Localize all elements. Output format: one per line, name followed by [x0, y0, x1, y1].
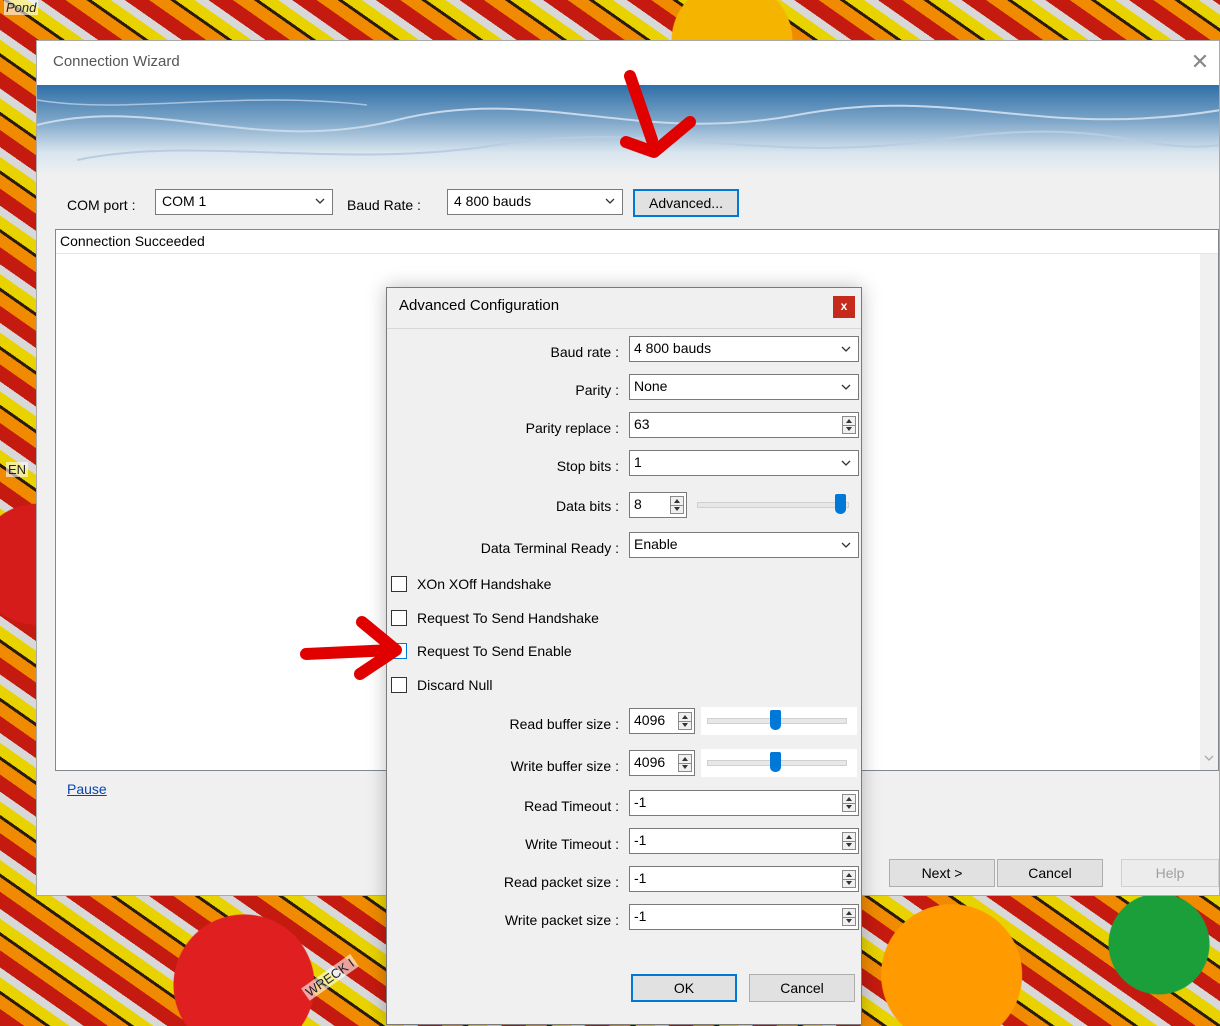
ok-button[interactable]: OK: [631, 974, 737, 1002]
write-packet-value: -1: [634, 908, 647, 924]
window-title: Connection Wizard: [53, 53, 180, 70]
read-timeout-value: -1: [634, 794, 647, 810]
chevron-down-icon: [1204, 755, 1214, 761]
read-buffer-slider-thumb[interactable]: [770, 710, 781, 730]
write-buffer-slider-thumb[interactable]: [770, 752, 781, 772]
stop-bits-select[interactable]: 1: [629, 450, 859, 476]
write-timeout-value: -1: [634, 832, 647, 848]
read-packet-label: Read packet size :: [503, 874, 619, 890]
xon-xoff-checkbox[interactable]: [391, 576, 407, 592]
chevron-down-icon: [841, 384, 851, 390]
cancel-button[interactable]: Cancel: [997, 859, 1103, 887]
baud-rate-value: 4 800 bauds: [454, 193, 532, 209]
read-timeout-input[interactable]: -1: [629, 790, 859, 816]
log-scrollbar[interactable]: [1200, 254, 1218, 770]
spin-buttons-icon[interactable]: [842, 908, 856, 926]
data-bits-label: Data bits :: [555, 498, 619, 514]
annotation-arrow-down-icon: [620, 70, 696, 158]
xon-xoff-label: XOn XOff Handshake: [417, 576, 552, 592]
next-button[interactable]: Next >: [889, 859, 995, 887]
spin-buttons-icon[interactable]: [842, 832, 856, 850]
log-status: Connection Succeeded: [56, 230, 1218, 254]
dtr-value: Enable: [634, 536, 678, 552]
read-buffer-input[interactable]: 4096: [629, 708, 695, 734]
pause-link[interactable]: Pause: [67, 781, 107, 797]
chevron-down-icon: [841, 346, 851, 352]
close-icon[interactable]: x: [833, 296, 855, 318]
parity-select[interactable]: None: [629, 374, 859, 400]
parity-value: None: [634, 378, 668, 394]
com-port-select[interactable]: COM 1: [155, 189, 333, 215]
read-timeout-label: Read Timeout :: [524, 798, 619, 814]
baud-rate-label: Baud rate :: [550, 344, 620, 360]
help-button[interactable]: Help: [1121, 859, 1219, 887]
data-bits-slider-thumb[interactable]: [835, 494, 846, 514]
write-timeout-label: Write Timeout :: [525, 836, 619, 852]
dtr-select[interactable]: Enable: [629, 532, 859, 558]
dtr-label: Data Terminal Ready :: [480, 540, 619, 556]
rts-handshake-label: Request To Send Handshake: [417, 610, 599, 626]
baud-rate-select[interactable]: 4 800 bauds: [447, 189, 623, 215]
parity-label: Parity :: [575, 382, 619, 398]
spin-buttons-icon[interactable]: [678, 712, 692, 730]
spin-buttons-icon[interactable]: [842, 870, 856, 888]
chevron-down-icon: [605, 198, 615, 204]
data-bits-input[interactable]: 8: [629, 492, 687, 518]
map-label-wreck: WRECK I: [301, 954, 359, 1001]
spin-buttons-icon[interactable]: [842, 416, 856, 434]
parity-replace-input[interactable]: 63: [629, 412, 859, 438]
advanced-button[interactable]: Advanced...: [633, 189, 739, 217]
baud-rate-label: Baud Rate :: [347, 197, 421, 213]
com-port-label: COM port :: [67, 197, 136, 213]
read-buffer-value: 4096: [634, 712, 666, 728]
spin-buttons-icon[interactable]: [842, 794, 856, 812]
map-label-en: EN: [6, 462, 29, 477]
spin-buttons-icon[interactable]: [678, 754, 692, 772]
baud-rate-select[interactable]: 4 800 bauds: [629, 336, 859, 362]
cancel-button[interactable]: Cancel: [749, 974, 855, 1002]
data-bits-value: 8: [634, 496, 642, 512]
stop-bits-label: Stop bits :: [556, 458, 619, 474]
write-buffer-value: 4096: [634, 754, 666, 770]
discard-null-label: Discard Null: [417, 677, 493, 693]
write-packet-input[interactable]: -1: [629, 904, 859, 930]
close-icon[interactable]: ✕: [1185, 47, 1215, 77]
chevron-down-icon: [841, 542, 851, 548]
chevron-down-icon: [841, 460, 851, 466]
com-port-value: COM 1: [162, 193, 207, 209]
spin-buttons-icon[interactable]: [670, 496, 684, 514]
read-packet-input[interactable]: -1: [629, 866, 859, 892]
annotation-arrow-right-icon: [300, 616, 402, 680]
chevron-down-icon: [315, 198, 325, 204]
data-bits-slider-track[interactable]: [697, 502, 849, 508]
stop-bits-value: 1: [634, 454, 642, 470]
title-separator: [387, 328, 861, 329]
rts-enable-label: Request To Send Enable: [417, 643, 572, 659]
baud-rate-value: 4 800 bauds: [634, 340, 712, 356]
read-buffer-label: Read buffer size :: [509, 716, 619, 732]
parity-replace-value: 63: [634, 416, 650, 432]
read-packet-value: -1: [634, 870, 647, 886]
write-timeout-input[interactable]: -1: [629, 828, 859, 854]
advanced-configuration-dialog: Advanced Configuration x Baud rate : 4 8…: [386, 287, 862, 1025]
write-buffer-label: Write buffer size :: [510, 758, 619, 774]
dialog-title: Advanced Configuration: [399, 297, 560, 314]
write-buffer-input[interactable]: 4096: [629, 750, 695, 776]
parity-replace-label: Parity replace :: [525, 420, 619, 436]
write-packet-label: Write packet size :: [504, 912, 619, 928]
map-label-pond: Pond: [4, 0, 39, 15]
